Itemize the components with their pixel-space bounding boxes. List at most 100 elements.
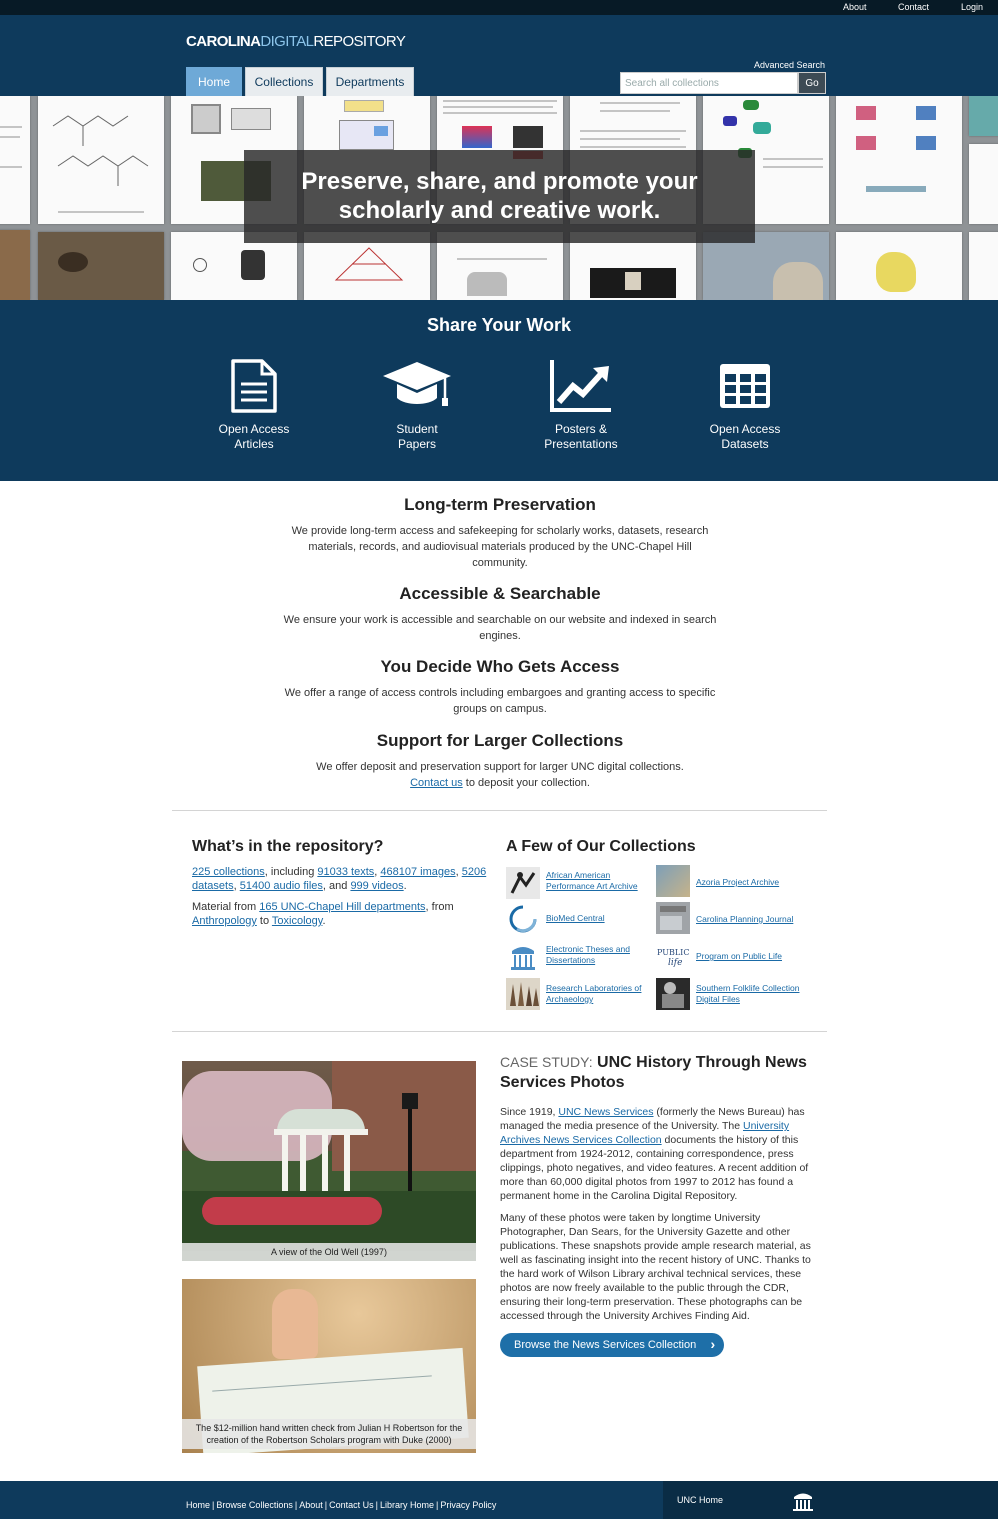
- button-label: Browse the News Services Collection: [514, 1339, 697, 1351]
- info-text: We offer deposit and preservation suppor…: [280, 759, 720, 791]
- chevron-right-icon: ›: [710, 1336, 716, 1352]
- collection-item[interactable]: Southern Folklife Collection Digital Fil…: [656, 978, 806, 1012]
- info-title: You Decide Who Gets Access: [380, 657, 620, 676]
- footer-separator: |: [375, 1500, 378, 1510]
- unc-home-link[interactable]: UNC Home: [677, 1495, 723, 1505]
- info-text: We offer a range of access controls incl…: [284, 687, 716, 715]
- case-study-paragraph: Many of these photos were taken by longt…: [500, 1212, 811, 1322]
- section-divider: [172, 810, 827, 811]
- table-grid-icon: [720, 364, 770, 408]
- share-item-label-line2: Presentations: [544, 437, 618, 451]
- collection-thumbnail: [656, 978, 690, 1010]
- collection-link[interactable]: Azoria Project Archive: [696, 877, 806, 888]
- search-input[interactable]: [620, 72, 798, 94]
- departments-count-link[interactable]: 165 UNC-Chapel Hill departments: [259, 901, 425, 913]
- site-logo[interactable]: CAROLINADIGITALREPOSITORY: [186, 33, 406, 50]
- stats-text: , and: [322, 880, 351, 892]
- collection-link[interactable]: BioMed Central: [546, 913, 656, 924]
- advanced-search-link[interactable]: Advanced Search: [754, 60, 825, 70]
- footer-home-link[interactable]: Home: [186, 1500, 210, 1510]
- collection-thumbnail: PUBLIC life: [656, 941, 690, 973]
- check-photo: The $12-million hand written check from …: [182, 1279, 476, 1453]
- tab-home[interactable]: Home: [186, 67, 242, 96]
- share-item-label-line1: Open Access: [709, 422, 781, 436]
- footer-library-home-link[interactable]: Library Home: [380, 1500, 434, 1510]
- share-item-label-line1: Open Access: [218, 422, 290, 436]
- collections-count-link[interactable]: 225 collections: [192, 866, 265, 878]
- about-link[interactable]: About: [843, 2, 867, 12]
- collection-item[interactable]: Research Laboratories of Archaeology: [506, 978, 656, 1012]
- tab-departments[interactable]: Departments: [326, 67, 414, 96]
- collection-link[interactable]: Carolina Planning Journal: [696, 914, 806, 925]
- share-student-papers[interactable]: Student Papers: [347, 358, 487, 452]
- share-open-access-articles[interactable]: Open Access Articles: [184, 358, 324, 452]
- contact-link[interactable]: Contact: [898, 2, 929, 12]
- svg-text:PUBLIC: PUBLIC: [657, 948, 689, 957]
- collection-link[interactable]: Electronic Theses and Dissertations: [546, 944, 656, 966]
- footer-about-link[interactable]: About: [299, 1500, 323, 1510]
- collection-item[interactable]: Electronic Theses and Dissertations: [506, 941, 656, 975]
- footer-contact-link[interactable]: Contact Us: [329, 1500, 374, 1510]
- anthropology-link[interactable]: Anthropology: [192, 915, 257, 927]
- collection-item[interactable]: BioMed Central: [506, 903, 656, 937]
- repository-stats: What’s in the repository? 225 collection…: [192, 838, 492, 935]
- collections-title: A Few of Our Collections: [506, 838, 696, 855]
- info-title: Support for Larger Collections: [376, 731, 624, 750]
- collection-link[interactable]: Program on Public Life: [696, 951, 806, 962]
- info-block-preservation: Long-term Preservation We provide long-t…: [280, 495, 720, 571]
- stats-text: , from: [425, 901, 454, 913]
- footer-privacy-policy-link[interactable]: Privacy Policy: [440, 1500, 496, 1510]
- collection-item[interactable]: Azoria Project Archive: [656, 865, 806, 899]
- logo-text-digital: DIGITAL: [260, 33, 314, 50]
- info-title: Accessible & Searchable: [399, 584, 601, 603]
- share-item-label-line1: Student: [396, 422, 438, 436]
- hero-headline-line1: Preserve, share, and promote your: [301, 168, 698, 195]
- footer-unc-section: UNC Home: [663, 1481, 998, 1519]
- collection-thumbnail: [656, 865, 690, 897]
- collection-thumbnail: [506, 978, 540, 1010]
- case-study: CASE STUDY: UNC History Through News Ser…: [500, 1052, 824, 1357]
- collection-link[interactable]: Research Laboratories of Archaeology: [546, 983, 656, 1005]
- collage-thumbnail: [38, 232, 164, 300]
- case-study-title: CASE STUDY: UNC History Through News Ser…: [500, 1052, 824, 1093]
- unc-news-services-link[interactable]: UNC News Services: [558, 1106, 653, 1118]
- share-item-label-line2: Datasets: [721, 437, 769, 451]
- collection-item[interactable]: Carolina Planning Journal: [656, 902, 806, 936]
- contact-us-link[interactable]: Contact us: [410, 777, 463, 789]
- share-open-access-datasets[interactable]: Open Access Datasets: [675, 358, 815, 452]
- stats-counts: 225 collections, including 91033 texts , …: [192, 865, 492, 893]
- old-well-icon[interactable]: [791, 1489, 815, 1513]
- collection-link[interactable]: Southern Folklife Collection Digital Fil…: [696, 983, 806, 1005]
- texts-count-link[interactable]: 91033 texts: [317, 866, 374, 878]
- collection-link[interactable]: African American Performance Art Archive: [546, 870, 656, 892]
- collage-thumbnail: [0, 230, 30, 300]
- graduation-cap-icon: [383, 362, 451, 406]
- share-your-work-section: Share Your Work Open Access Articles Stu…: [0, 300, 998, 481]
- browse-news-services-button[interactable]: Browse the News Services Collection ›: [500, 1333, 725, 1357]
- audio-count-link[interactable]: 51400 audio files: [240, 880, 323, 892]
- share-posters-presentations[interactable]: Posters & Presentations: [511, 358, 651, 452]
- videos-count-link[interactable]: 999 videos: [350, 880, 403, 892]
- logo-text-carolina: CAROLINA: [186, 33, 261, 50]
- login-link[interactable]: Login: [961, 2, 983, 12]
- footer-browse-collections-link[interactable]: Browse Collections: [216, 1500, 293, 1510]
- toxicology-link[interactable]: Toxicology: [272, 915, 323, 927]
- collage-thumbnail: [836, 96, 962, 224]
- photo-caption: The $12-million hand written check from …: [182, 1419, 476, 1449]
- images-count-link[interactable]: 468107 images: [380, 866, 455, 878]
- site-footer: Home | Browse Collections | About | Contact Us…: [0, 1481, 998, 1519]
- stats-text: .: [403, 880, 407, 892]
- info-title: Long-term Preservation: [404, 495, 596, 514]
- collage-thumbnail: [0, 96, 30, 224]
- collection-item[interactable]: African American Performance Art Archive: [506, 867, 656, 901]
- utility-bar: About Contact Login: [0, 0, 998, 15]
- collage-thumbnail: [969, 232, 998, 300]
- collection-item[interactable]: PUBLIC life Program on Public Life: [656, 941, 806, 975]
- info-text-after: to deposit your collection.: [462, 777, 590, 789]
- featured-collections: A Few of Our Collections: [506, 838, 816, 856]
- svg-text:life: life: [668, 958, 682, 968]
- info-text: We ensure your work is accessible and se…: [283, 614, 717, 642]
- tab-collections[interactable]: Collections: [245, 67, 323, 96]
- footer-separator: |: [212, 1500, 215, 1510]
- search-go-button[interactable]: Go: [798, 72, 826, 94]
